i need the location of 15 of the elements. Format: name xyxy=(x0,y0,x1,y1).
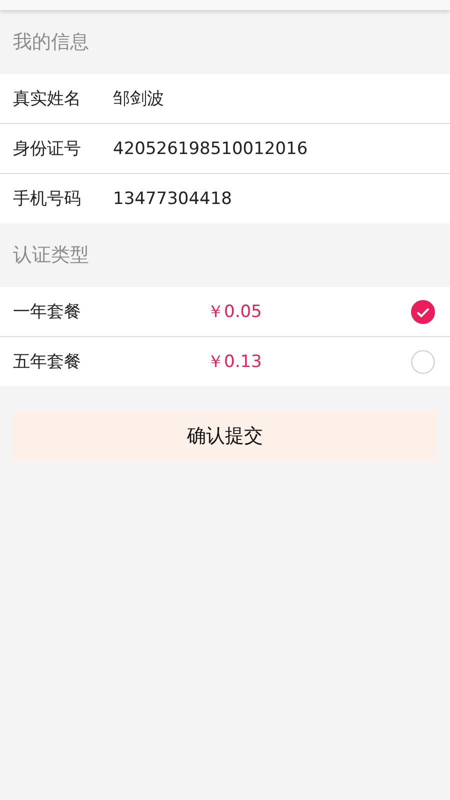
submit-button[interactable]: 确认提交 xyxy=(13,411,437,461)
radio-checked-icon[interactable] xyxy=(411,300,435,324)
section-title: 认证类型 xyxy=(12,243,90,268)
radio-unchecked-icon[interactable] xyxy=(411,350,435,374)
plan-price: ￥0.05 xyxy=(207,301,263,323)
section-title: 我的信息 xyxy=(12,30,90,55)
plan-name: 五年套餐 xyxy=(13,351,82,373)
field-label: 身份证号 xyxy=(13,138,82,160)
field-value: 邹剑波 xyxy=(113,88,164,110)
field-value: 420526198510012016 xyxy=(113,138,308,158)
field-value: 13477304418 xyxy=(113,188,232,208)
plan-price: ￥0.13 xyxy=(207,351,263,373)
plan-name: 一年套餐 xyxy=(13,301,82,323)
field-label: 真实姓名 xyxy=(13,88,82,110)
field-label: 手机号码 xyxy=(13,188,82,210)
